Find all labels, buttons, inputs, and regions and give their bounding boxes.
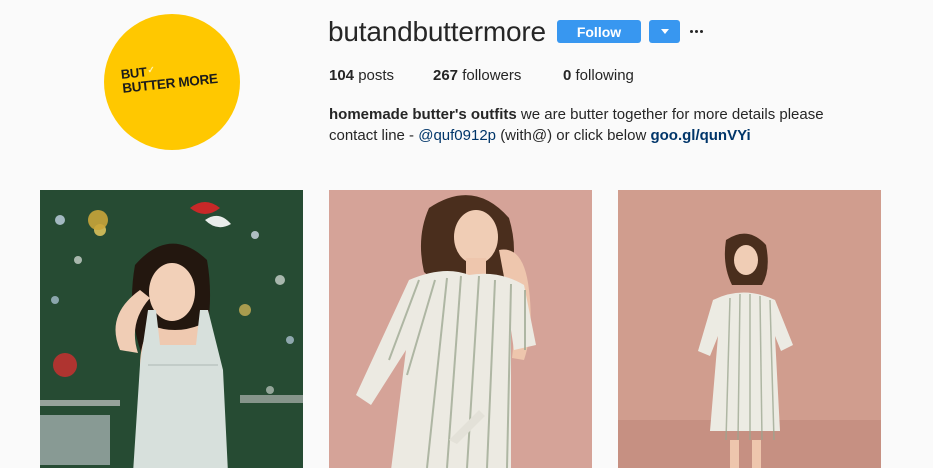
- post-thumbnail-3[interactable]: [618, 190, 881, 468]
- bio-text-2: (with@) or click below: [500, 127, 647, 144]
- suggestions-dropdown-button[interactable]: [649, 20, 680, 43]
- posts-count: 104: [329, 67, 355, 84]
- ellipsis-icon: [689, 29, 703, 33]
- post-thumbnail-2[interactable]: [329, 190, 592, 468]
- following-stat[interactable]: 0 following: [563, 67, 634, 84]
- post-1-photo: [40, 190, 303, 468]
- profile-username: butandbuttermore: [328, 16, 546, 47]
- posts-label: posts: [358, 67, 395, 84]
- follow-button[interactable]: Follow: [557, 20, 641, 43]
- following-count: 0: [563, 67, 572, 84]
- followers-label: followers: [462, 67, 522, 84]
- posts-stat: 104 posts: [329, 67, 394, 84]
- avatar-logo: BUT✓ BUTTER MORE: [120, 56, 218, 96]
- bio-mention-link[interactable]: @quf0912p: [418, 127, 496, 144]
- avatar-logo-tick-icon: ✓: [146, 64, 156, 76]
- followers-stat[interactable]: 267 followers: [433, 67, 521, 84]
- post-thumbnail-1[interactable]: [40, 190, 303, 468]
- profile-avatar[interactable]: BUT✓ BUTTER MORE: [104, 14, 240, 150]
- bio-full-name: homemade butter's outfits: [329, 106, 517, 123]
- more-options-button[interactable]: [688, 22, 704, 40]
- caret-down-icon: [660, 29, 669, 34]
- followers-count: 267: [433, 67, 459, 84]
- post-3-photo: [618, 190, 881, 468]
- profile-bio: homemade butter's outfits we are butter …: [329, 104, 869, 146]
- bio-website-link[interactable]: goo.gl/qunVYi: [650, 127, 750, 144]
- post-2-photo: [329, 190, 592, 468]
- following-label: following: [575, 67, 634, 84]
